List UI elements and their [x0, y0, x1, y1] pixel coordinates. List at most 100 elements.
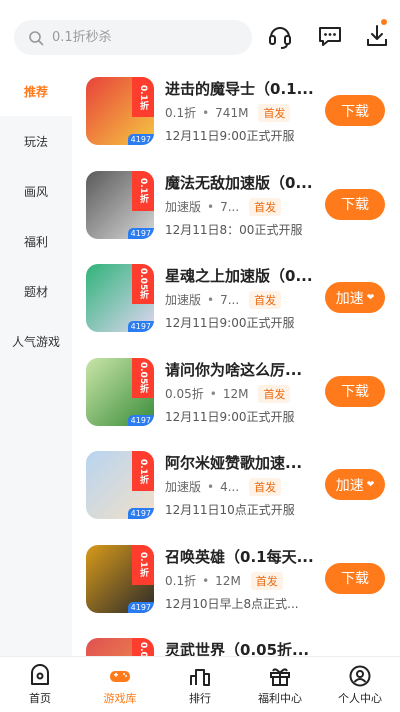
- top-bar: [0, 0, 400, 66]
- game-thumbnail[interactable]: 0.1折 4197: [86, 77, 154, 145]
- heart-icon: ❤: [366, 479, 375, 490]
- first-release-badge: 首发: [249, 291, 282, 309]
- game-meta: 0.1折 • 12M 首发: [165, 571, 283, 590]
- corner-badge: 4197: [127, 414, 154, 426]
- tab-game-library[interactable]: 游戏库: [80, 657, 160, 712]
- game-list: 0.1折 4197 进击的魔导士（0.1... 0.1折 • 741M 首发 12月11日9:…: [72, 66, 400, 656]
- tab-label: 游戏库: [103, 691, 137, 705]
- button-label: 下载: [341, 103, 369, 120]
- game-meta: 0.1折 • 741M 首发: [165, 104, 291, 122]
- tab-personal-center[interactable]: 个人中心: [320, 657, 400, 712]
- tab-home[interactable]: 首页: [0, 657, 80, 712]
- server-open-date: 12月11日9:00正式开服: [165, 316, 295, 330]
- game-title[interactable]: 阿尔米娅赞歌加速...: [165, 452, 317, 473]
- gamepad-icon: [110, 670, 130, 682]
- discount-tag: 0.1折: [132, 544, 154, 585]
- download-button[interactable]: 下载: [325, 562, 385, 594]
- gift-icon: [270, 667, 290, 686]
- sidebar-item-popular[interactable]: 人气游戏: [0, 316, 72, 366]
- bottom-tab-bar: 首页 游戏库 排行 福利中心 个人中心: [0, 656, 400, 712]
- game-thumbnail[interactable]: 0.1折 4197: [86, 170, 154, 239]
- meta-separator: •: [202, 106, 210, 120]
- corner-badge: 4197: [127, 227, 154, 239]
- download-button[interactable]: 下载: [325, 375, 385, 407]
- download-button[interactable]: 下载: [325, 188, 385, 220]
- server-open-date: 12月11日8：00正式开服: [165, 222, 303, 237]
- meta-separator: •: [202, 573, 210, 588]
- button-label: 加速: [335, 290, 364, 307]
- corner-badge: 4197: [127, 601, 154, 613]
- server-open-date: 12月11日9:00正式开服: [165, 129, 295, 143]
- game-meta: 0.05折 • 12M 首发: [165, 384, 291, 403]
- sidebar-item-art-style[interactable]: 画风: [0, 166, 72, 216]
- game-row[interactable]: 0.05折 4197 请问你为啥这么厉... 0.05折 • 12M 首发 12月11日9:0…: [72, 347, 400, 440]
- tab-label: 首页: [29, 691, 51, 705]
- first-release-badge: 首发: [249, 197, 282, 216]
- game-size: 7...: [220, 199, 240, 214]
- game-title[interactable]: 魔法无敌加速版（0...: [165, 172, 317, 193]
- game-row[interactable]: 0.05折 4197 星魂之上加速版（0... 加速版 • 7... 首发 12月11日9:0…: [72, 253, 400, 346]
- download-icon[interactable]: [363, 22, 391, 50]
- game-row[interactable]: 0.1折 4197 阿尔米娅赞歌加速... 加速版 • 4... 首发 12月11日10点正式…: [72, 440, 400, 533]
- server-open-date: 12月11日10点正式开服: [165, 503, 295, 517]
- sidebar-item-theme[interactable]: 题材: [0, 266, 72, 316]
- game-title[interactable]: 请问你为啥这么厉...: [165, 359, 317, 380]
- game-title[interactable]: 灵武世界（0.05折...: [165, 639, 317, 656]
- discount-tag: 0.1折: [132, 77, 154, 117]
- tab-ranking[interactable]: 排行: [160, 657, 240, 712]
- button-label: 下载: [341, 197, 369, 213]
- heart-icon: ❤: [366, 292, 375, 303]
- search-icon: [29, 30, 44, 45]
- game-meta: 加速版 • 7... 首发: [165, 197, 282, 216]
- game-type: 加速版: [165, 480, 202, 494]
- discount-tag: 0.1折: [132, 170, 154, 211]
- message-icon[interactable]: [316, 22, 344, 50]
- first-release-badge: 首发: [249, 478, 282, 496]
- first-release-badge: 首发: [258, 384, 291, 403]
- game-row[interactable]: 0.1折 4197 召唤英雄（0.1每天... 0.1折 • 12M 首发 12月10日早上8…: [72, 534, 400, 627]
- headset-icon[interactable]: [266, 22, 294, 50]
- game-size: 12M: [215, 573, 241, 588]
- game-thumbnail[interactable]: 0.1折 4197: [86, 451, 154, 519]
- game-row[interactable]: 0.1折 4197 魔法无敌加速版（0... 加速版 • 7... 首发 12月11日8：00…: [72, 160, 400, 253]
- user-icon: [349, 665, 371, 686]
- discount-tag: 0.05折: [132, 264, 154, 304]
- notification-dot: [381, 19, 387, 25]
- game-size: 4...: [220, 480, 240, 494]
- first-release-badge: 首发: [258, 104, 291, 122]
- game-thumbnail[interactable]: 0.05折 4197: [86, 264, 154, 332]
- meta-separator: •: [207, 293, 215, 307]
- search-bar[interactable]: [14, 20, 252, 55]
- tab-welfare-center[interactable]: 福利中心: [240, 657, 320, 712]
- game-title[interactable]: 进击的魔导士（0.1...: [165, 78, 317, 99]
- game-title[interactable]: 召唤英雄（0.1每天...: [165, 546, 317, 567]
- server-open-date: 12月11日9:00正式开服: [165, 409, 295, 424]
- game-thumbnail[interactable]: 0.1折 4197: [86, 544, 154, 613]
- button-label: 下载: [341, 384, 369, 400]
- game-thumbnail[interactable]: 0.05折 4197: [86, 357, 154, 426]
- sidebar-item-recommend[interactable]: 推荐: [0, 66, 72, 116]
- meta-separator: •: [207, 480, 215, 494]
- accelerate-button[interactable]: 加速 ❤: [325, 282, 385, 313]
- discount-tag: 0.05折: [132, 357, 154, 398]
- meta-separator: •: [207, 199, 215, 214]
- game-row[interactable]: 0.1折 4197 进击的魔导士（0.1... 0.1折 • 741M 首发 12月11日9:…: [72, 66, 400, 159]
- game-row[interactable]: 0.05折灵武世界（0.05折...: [72, 627, 400, 656]
- discount-tag: 0.1折: [132, 451, 154, 491]
- game-type: 0.1折: [165, 573, 197, 588]
- search-input[interactable]: [50, 29, 244, 46]
- tab-label: 排行: [189, 691, 211, 705]
- download-button[interactable]: 下载: [325, 95, 385, 126]
- tab-label: 福利中心: [258, 691, 302, 705]
- discount-tag: 0.05折: [132, 638, 154, 656]
- button-label: 加速: [335, 477, 364, 494]
- corner-badge: 4197: [127, 134, 154, 145]
- tab-label: 个人中心: [338, 691, 382, 705]
- game-title[interactable]: 星魂之上加速版（0...: [165, 265, 317, 286]
- game-thumbnail[interactable]: 0.05折: [86, 638, 154, 656]
- accelerate-button[interactable]: 加速 ❤: [325, 469, 385, 500]
- corner-badge: 4197: [127, 508, 154, 519]
- sidebar-item-gameplay[interactable]: 玩法: [0, 116, 72, 166]
- button-label: 下载: [341, 571, 369, 587]
- sidebar-item-welfare[interactable]: 福利: [0, 216, 72, 266]
